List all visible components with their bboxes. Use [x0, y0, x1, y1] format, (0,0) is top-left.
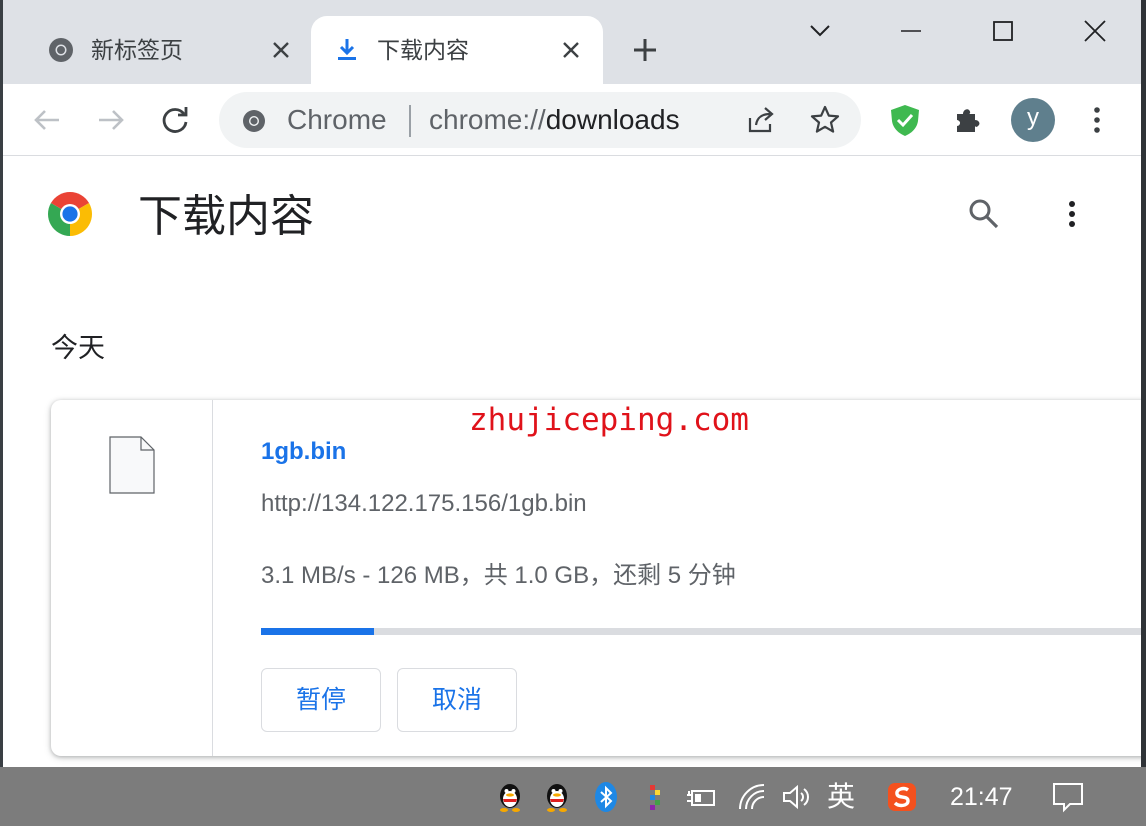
sogou-icon[interactable] [886, 781, 918, 813]
watermark: zhujiceping.com [469, 402, 749, 438]
qq-icon[interactable] [494, 781, 526, 813]
app-tray-icon[interactable] [638, 781, 670, 813]
file-url[interactable]: http://134.122.175.156/1gb.bin [261, 490, 587, 518]
toolbar: Chrome chrome://downloads y [3, 84, 1141, 156]
search-icon[interactable] [967, 197, 1001, 231]
more-vert-icon[interactable] [1079, 102, 1115, 138]
download-icon [338, 39, 356, 60]
forward-icon[interactable] [93, 102, 129, 138]
tab-downloads[interactable]: 下载内容 [311, 16, 603, 84]
ime-indicator[interactable]: 英 [827, 781, 855, 813]
url-text[interactable]: chrome://downloads [429, 104, 680, 136]
close-icon[interactable] [1078, 14, 1112, 48]
close-icon[interactable] [269, 38, 293, 62]
omnibox-separator [409, 105, 411, 137]
share-icon[interactable] [745, 104, 777, 136]
tab-new-tab[interactable]: 新标签页 [25, 16, 313, 84]
clock[interactable]: 21:47 [950, 781, 1013, 813]
shield-check-icon[interactable] [887, 102, 923, 138]
page-header: 下载内容 [3, 157, 1141, 277]
tab-title: 下载内容 [377, 37, 469, 63]
url-scheme: chrome:// [429, 104, 546, 135]
qq-icon[interactable] [541, 781, 573, 813]
progress-fill [261, 628, 375, 635]
cancel-button[interactable]: 取消 [397, 668, 517, 732]
minimize-icon[interactable] [894, 14, 928, 48]
file-icon [109, 436, 155, 494]
pause-button[interactable]: 暂停 [261, 668, 381, 732]
section-date: 今天 [51, 333, 105, 363]
plus-icon[interactable] [631, 36, 659, 64]
chevron-down-icon[interactable] [803, 14, 837, 48]
star-icon[interactable] [809, 104, 841, 136]
puzzle-icon[interactable] [951, 102, 987, 138]
maximize-icon[interactable] [986, 14, 1020, 48]
tab-strip: 新标签页 下载内容 [3, 0, 1141, 84]
avatar[interactable]: y [1011, 98, 1055, 142]
chrome-icon [243, 110, 265, 132]
download-status: 3.1 MB/s - 126 MB，共 1.0 GB，还剩 5 分钟 [261, 562, 736, 589]
battery-icon[interactable] [686, 781, 718, 813]
wifi-icon[interactable] [736, 781, 768, 813]
file-name-link[interactable]: 1gb.bin [261, 438, 346, 466]
download-progress [261, 628, 1141, 635]
reload-icon[interactable] [157, 102, 193, 138]
notification-icon[interactable] [1052, 781, 1084, 813]
tab-title: 新标签页 [91, 37, 183, 63]
more-vert-icon[interactable] [1057, 197, 1087, 231]
close-icon[interactable] [559, 38, 583, 62]
back-icon[interactable] [29, 102, 65, 138]
card-divider [212, 400, 213, 756]
browser-window: 新标签页 下载内容 Chrome chrome://downloads y 下载… [3, 0, 1141, 767]
site-chip: Chrome [287, 104, 387, 135]
bluetooth-icon[interactable] [590, 781, 622, 813]
omnibox[interactable]: Chrome chrome://downloads [219, 92, 861, 148]
chrome-icon [48, 192, 92, 236]
volume-icon[interactable] [780, 781, 812, 813]
chrome-icon [49, 38, 73, 62]
window-edge [1141, 0, 1146, 767]
taskbar: 英 21:47 [0, 767, 1146, 826]
page-title: 下载内容 [138, 192, 314, 241]
download-card: zhujiceping.com 1gb.bin http://134.122.1… [51, 400, 1141, 756]
url-host: downloads [545, 104, 680, 135]
